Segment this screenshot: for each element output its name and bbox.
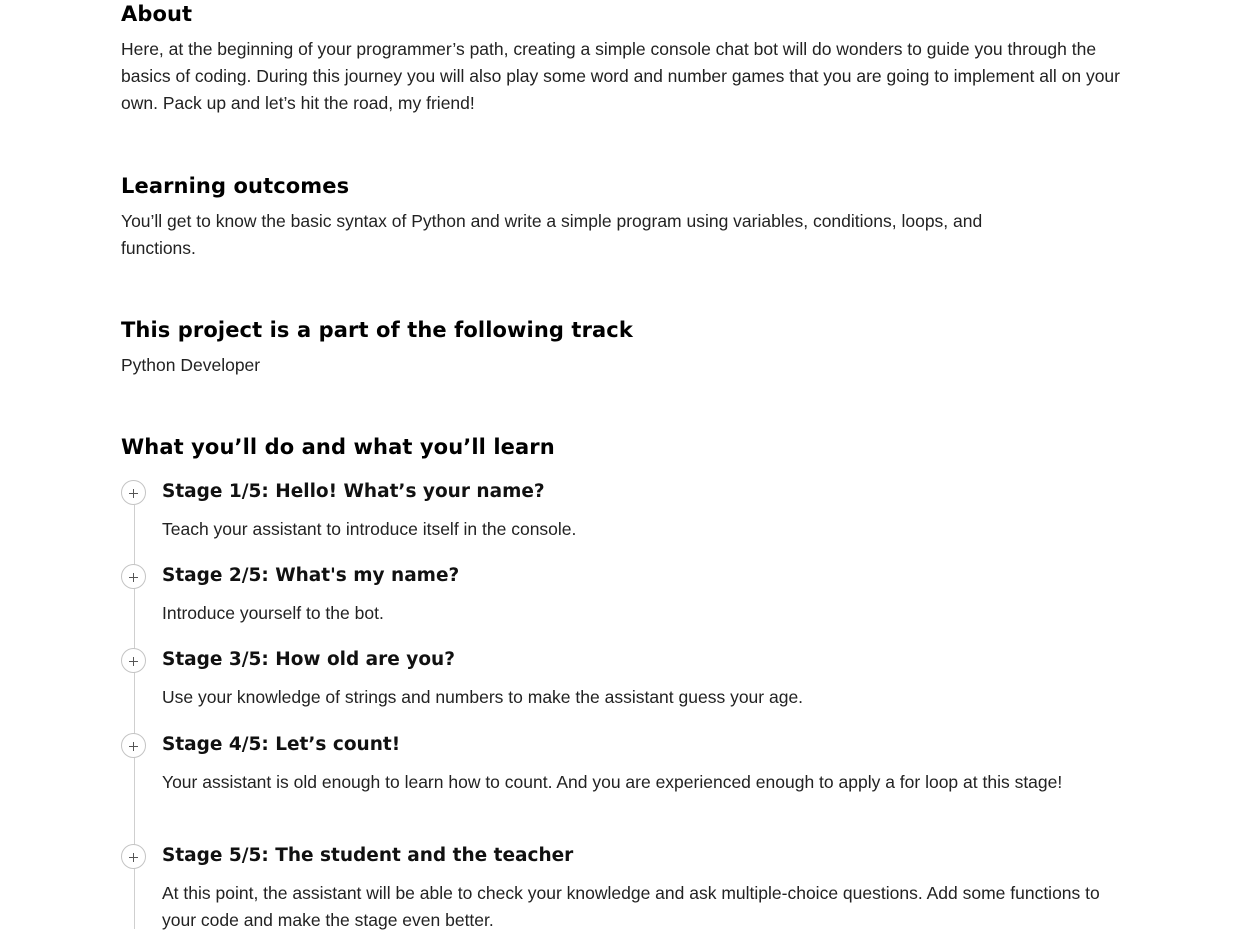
stage-description: At this point, the assistant will be abl… [162, 883, 1100, 930]
stage-title[interactable]: Stage 4/5: Let’s count! [162, 732, 400, 758]
plus-circle-icon[interactable] [121, 648, 146, 673]
stage-description: Use your knowledge of strings and number… [162, 687, 804, 707]
stage-title[interactable]: Stage 3/5: How old are you? [162, 647, 455, 673]
stage-description: Teach your assistant to introduce itself… [162, 519, 577, 539]
stages-heading: What you’ll do and what you’ll learn [121, 435, 555, 459]
learning-outcomes-section: Learning outcomes You’ll get to know the… [121, 172, 1121, 262]
plus-circle-icon[interactable] [121, 564, 146, 589]
plus-circle-icon[interactable] [121, 844, 146, 869]
track-section: This project is a part of the following … [121, 316, 1121, 379]
stage-title[interactable]: Stage 1/5: Hello! What’s your name? [162, 479, 545, 505]
about-heading: About [121, 2, 193, 26]
plus-circle-icon[interactable] [121, 480, 146, 505]
about-text: Here, at the beginning of your programme… [121, 39, 1120, 113]
stage-title[interactable]: Stage 2/5: What's my name? [162, 563, 459, 589]
plus-circle-icon[interactable] [121, 733, 146, 758]
about-section: About Here, at the beginning of your pro… [121, 0, 1121, 117]
track-heading: This project is a part of the following … [121, 318, 633, 342]
stages-section: What you’ll do and what you’ll learn Sta… [121, 433, 1121, 930]
learning-outcomes-text: You’ll get to know the basic syntax of P… [121, 211, 983, 258]
stage-description: Your assistant is old enough to learn ho… [162, 772, 1063, 792]
stage-title[interactable]: Stage 5/5: The student and the teacher [162, 843, 573, 869]
stage-description: Introduce yourself to the bot. [162, 603, 384, 623]
track-name: Python Developer [121, 355, 261, 375]
learning-outcomes-heading: Learning outcomes [121, 174, 350, 198]
